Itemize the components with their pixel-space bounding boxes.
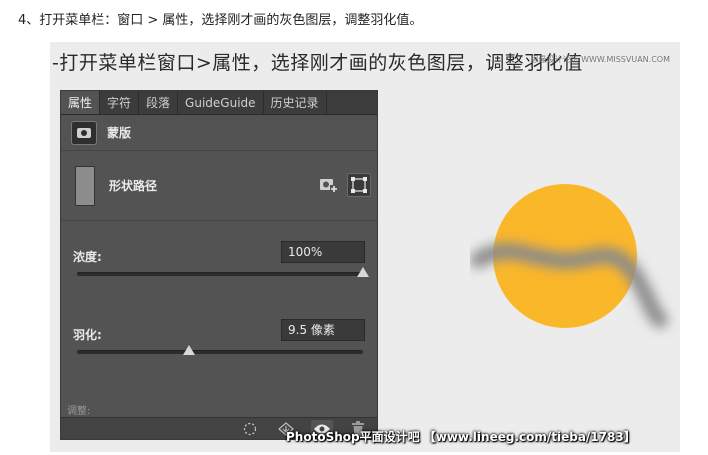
shape-path-label: 形状路径	[109, 179, 158, 193]
shape-path-row: 形状路径	[61, 151, 377, 221]
pixel-mask-icon[interactable]	[71, 120, 97, 145]
panel-tabs: 属性 字符 段落 GuideGuide 历史记录	[61, 91, 377, 115]
figure-caption: -打开菜单栏窗口>属性，选择刚才画的灰色图层，调整羽化值	[52, 52, 583, 74]
density-label: 浓度:	[73, 250, 102, 264]
feather-input[interactable]: 9.5 像素	[281, 319, 365, 341]
density-slider-thumb[interactable]	[357, 267, 369, 277]
properties-panel: 属性 字符 段落 GuideGuide 历史记录 蒙版 形状路径 浓度: 100…	[60, 90, 378, 440]
watermark-bottom: PhotoShop平面设计吧 【www.lineeg.com/tieba/178…	[286, 430, 636, 444]
density-slider-track[interactable]	[77, 272, 363, 276]
mask-row: 蒙版	[61, 115, 377, 151]
tab-character[interactable]: 字符	[100, 91, 140, 114]
tab-paragraph[interactable]: 段落	[139, 91, 179, 114]
load-selection-icon[interactable]	[239, 420, 261, 438]
feather-control: 羽化: 9.5 像素	[61, 299, 377, 377]
feather-slider-thumb[interactable]	[182, 345, 195, 355]
watermark-top: 思缘设计论坛 WWW.MISSVUAN.COM	[530, 55, 670, 64]
tab-guideguide[interactable]: GuideGuide	[178, 91, 264, 114]
density-input[interactable]: 100%	[281, 241, 365, 263]
path-selection-icon[interactable]	[347, 173, 371, 197]
mask-label: 蒙版	[107, 126, 132, 140]
feather-label: 羽化:	[73, 328, 102, 342]
shape-path-thumbnail	[75, 165, 95, 206]
add-vector-mask-icon[interactable]	[317, 173, 341, 197]
feather-slider-track[interactable]	[77, 350, 363, 354]
tab-history[interactable]: 历史记录	[264, 91, 327, 114]
tab-properties[interactable]: 属性	[61, 91, 101, 114]
tutorial-figure: -打开菜单栏窗口>属性，选择刚才画的灰色图层，调整羽化值 思缘设计论坛 WWW.…	[50, 42, 680, 452]
artwork-preview	[470, 152, 690, 392]
step-caption: 4、打开菜单栏：窗口 > 属性，选择刚才画的灰色图层，调整羽化值。	[18, 13, 423, 28]
adjust-label: 调整:	[67, 406, 91, 417]
density-control: 浓度: 100%	[61, 221, 377, 299]
